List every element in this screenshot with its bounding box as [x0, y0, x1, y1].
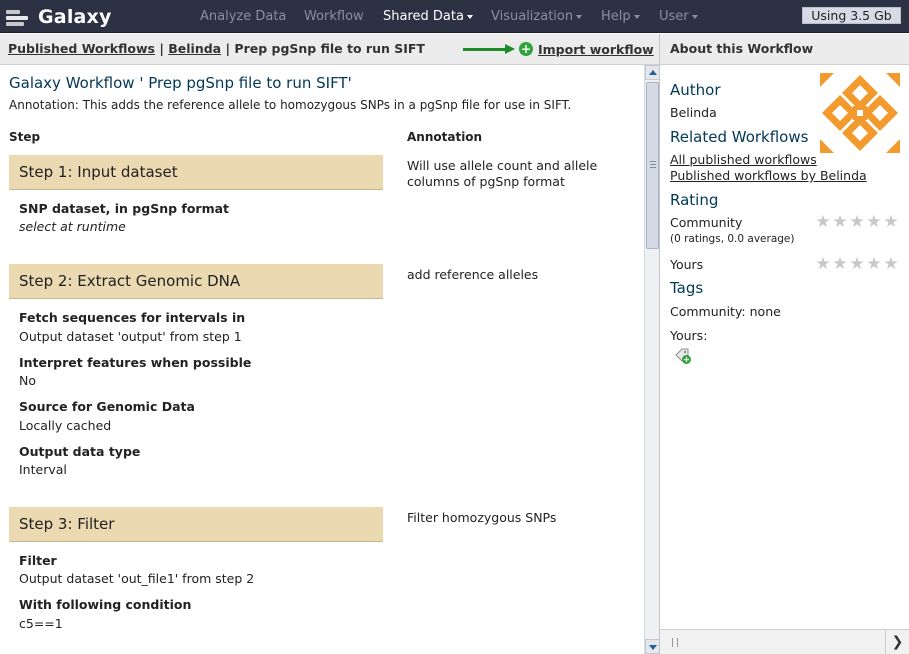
- link-all-published-workflows[interactable]: All published workflows: [670, 152, 817, 167]
- param-label: With following condition: [19, 597, 192, 612]
- star-icon: ★: [883, 212, 899, 232]
- step-annotation: add reference alleles: [407, 267, 539, 282]
- link-workflows-by-author[interactable]: Published workflows by Belinda: [670, 168, 867, 183]
- brand-title: Galaxy: [38, 6, 112, 28]
- nav-shared-data[interactable]: Shared Data: [383, 0, 473, 33]
- star-icon: ★: [866, 212, 882, 232]
- nav-visualization[interactable]: Visualization: [491, 0, 583, 33]
- nav-workflow[interactable]: Workflow: [304, 0, 364, 33]
- rating-heading: Rating: [670, 191, 719, 209]
- arrow-up-icon: [649, 70, 657, 75]
- author-heading: Author: [670, 81, 721, 99]
- scrollbar-thumb[interactable]: [646, 82, 659, 249]
- right-panel-footer: ❯: [660, 629, 909, 654]
- param-value: Locally cached: [19, 418, 112, 433]
- center-panel-header: Published Workflows | Belinda | Prep pgS…: [0, 34, 660, 65]
- star-icon: ★: [832, 212, 848, 232]
- import-workflow-label[interactable]: Import workflow: [538, 42, 654, 57]
- your-tags-label: Yours:: [670, 328, 708, 343]
- star-icon[interactable]: ★: [815, 256, 831, 273]
- param-value: Output dataset 'output' from step 1: [19, 329, 242, 344]
- related-workflows-heading: Related Workflows: [670, 128, 809, 146]
- param-value: Output dataset 'out_file1' from step 2: [19, 571, 255, 586]
- param-label: SNP dataset, in pgSnp format: [19, 201, 230, 216]
- tags-heading: Tags: [670, 279, 704, 297]
- scroll-down-button[interactable]: [645, 639, 660, 654]
- caret-down-icon: [691, 14, 698, 19]
- import-workflow-button[interactable]: + Import workflow: [463, 40, 654, 58]
- column-header-annotation: Annotation: [407, 130, 483, 144]
- star-icon[interactable]: ★: [832, 256, 848, 273]
- breadcrumb-separator: |: [159, 41, 164, 56]
- arrow-down-icon: [649, 645, 657, 650]
- star-icon: ★: [815, 212, 831, 232]
- breadcrumb: Published Workflows | Belinda | Prep pgS…: [8, 41, 425, 56]
- nav-user[interactable]: User: [659, 0, 698, 33]
- param-value: Interval: [19, 462, 67, 477]
- scroll-up-button[interactable]: [645, 65, 660, 80]
- author-avatar-icon: [820, 73, 900, 153]
- author-name: Belinda: [670, 105, 717, 120]
- disk-usage-meter[interactable]: Using 3.5 Gb: [802, 7, 901, 24]
- right-panel: Author Belinda Related Workflows All pub…: [660, 65, 909, 629]
- star-icon[interactable]: ★: [883, 256, 899, 273]
- step-header: Step 1: Input dataset: [9, 155, 383, 190]
- collapse-panel-button[interactable]: ❯: [885, 630, 909, 654]
- nav-analyze-data[interactable]: Analyze Data: [200, 0, 286, 33]
- breadcrumb-current: Prep pgSnp file to run SIFT: [234, 41, 425, 56]
- community-tags: Community: none: [670, 304, 781, 319]
- pointer-arrow-icon: [463, 42, 517, 56]
- caret-down-icon: [466, 14, 473, 19]
- masthead: Galaxy Analyze Data Workflow Shared Data…: [0, 0, 909, 33]
- star-icon: ★: [849, 212, 865, 232]
- workflow-annotation: Annotation: This adds the reference alle…: [9, 98, 572, 112]
- param-label: Fetch sequences for intervals in: [19, 310, 246, 325]
- your-rating-stars[interactable]: ★ ★ ★ ★ ★: [815, 256, 899, 273]
- star-icon[interactable]: ★: [866, 256, 882, 273]
- community-rating-stars: ★ ★ ★ ★ ★: [815, 212, 899, 232]
- your-rating-label: Yours: [670, 257, 704, 272]
- add-tag-icon[interactable]: [674, 347, 692, 365]
- breadcrumb-owner[interactable]: Belinda: [168, 41, 221, 56]
- community-rating-summary: (0 ratings, 0.0 average): [670, 233, 795, 245]
- vertical-scrollbar[interactable]: [644, 65, 660, 654]
- step-header: Step 2: Extract Genomic DNA: [9, 264, 383, 299]
- community-rating-label: Community: [670, 215, 743, 230]
- caret-down-icon: [633, 14, 640, 19]
- workflow-display: Galaxy Workflow ' Prep pgSnp file to run…: [0, 65, 644, 654]
- workflow-title: Galaxy Workflow ' Prep pgSnp file to run…: [9, 74, 352, 92]
- breadcrumb-separator: |: [225, 41, 231, 56]
- param-value: select at runtime: [19, 219, 126, 234]
- right-panel-header: About this Workflow: [660, 34, 909, 65]
- star-icon[interactable]: ★: [849, 256, 865, 273]
- caret-down-icon: [576, 14, 583, 19]
- param-label: Interpret features when possible: [19, 355, 252, 370]
- param-label: Filter: [19, 553, 57, 568]
- param-value: No: [19, 373, 36, 388]
- resize-grip-icon[interactable]: [672, 638, 678, 647]
- step-annotation: Filter homozygous SNPs: [407, 510, 557, 525]
- step-header: Step 3: Filter: [9, 507, 383, 542]
- add-icon: +: [519, 42, 533, 56]
- param-value: c5==1: [19, 616, 63, 631]
- param-label: Source for Genomic Data: [19, 399, 195, 414]
- nav-help[interactable]: Help: [601, 0, 640, 33]
- brand[interactable]: Galaxy: [6, 4, 112, 30]
- galaxy-logo-icon: [6, 6, 32, 28]
- column-header-step: Step: [9, 130, 41, 144]
- param-label: Output data type: [19, 444, 141, 459]
- step-annotation: Will use allele count and allele columns…: [407, 158, 598, 189]
- breadcrumb-published-workflows[interactable]: Published Workflows: [8, 41, 155, 56]
